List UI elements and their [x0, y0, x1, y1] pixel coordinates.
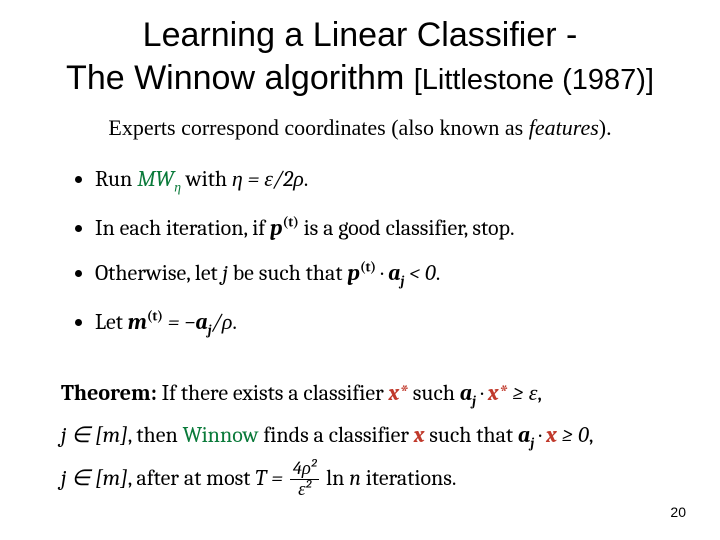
step2-p: p — [270, 215, 283, 241]
step3-a: Otherwise, let — [95, 260, 223, 286]
subtitle-ital: features — [529, 115, 599, 140]
theorem-xstar2: x* — [488, 380, 507, 406]
title-line1: Learning a Linear Classifier - — [143, 16, 578, 54]
step3-dot: · — [376, 260, 388, 286]
theorem-Teq: T = — [255, 465, 287, 491]
step4-rho: /ρ — [212, 309, 233, 335]
theorem-winnow: Winnow — [183, 422, 259, 448]
step1-mw: MWη — [137, 166, 181, 192]
theorem-t1: If there exists a classifier — [157, 380, 389, 406]
page-number: 20 — [670, 504, 686, 520]
theorem-dot2: · — [534, 422, 546, 448]
theorem-t2: such — [408, 380, 460, 406]
step-1: Run MWη with η = ε/2ρ. — [95, 165, 695, 198]
theorem-ln: ln — [321, 465, 349, 491]
theorem-ge0: ≥ 0 — [557, 422, 589, 448]
step4-m: m — [128, 309, 147, 335]
subtitle: Experts correspond coordinates (also kno… — [25, 115, 695, 141]
step4-sup: (t) — [147, 310, 163, 325]
step1-eta-sub: η — [174, 180, 181, 195]
theorem-c1: , — [537, 380, 542, 406]
title-line2-main: The Winnow algorithm — [66, 59, 404, 97]
step4-end: . — [232, 309, 237, 335]
theorem-label: Theorem: — [61, 380, 157, 406]
step-3: Otherwise, let j be such that p(t) · aj … — [95, 259, 695, 292]
theorem-xstar: x* — [389, 380, 408, 406]
step3-lt: < 0 — [404, 260, 435, 286]
subtitle-post: ). — [599, 115, 612, 140]
theorem-ge-eps: ≥ ε — [507, 380, 537, 406]
theorem-block: Theorem: If there exists a classifier x*… — [25, 373, 695, 500]
step2-b: is a good classifier, stop. — [299, 215, 515, 241]
theorem-x: x — [414, 422, 425, 448]
step4-a-vec: a — [195, 309, 207, 335]
step-4: Let m(t) = −aj/ρ. — [95, 308, 695, 341]
theorem-t3: finds a classifier — [259, 422, 414, 448]
step1-with: with — [181, 166, 232, 192]
step3-end: . — [436, 260, 441, 286]
step3-p: p — [347, 260, 360, 286]
theorem-aj-a2: a — [518, 422, 530, 448]
step2-a: In each iteration, if — [95, 215, 270, 241]
theorem-iter: iterations. — [361, 465, 457, 491]
step2-sup: (t) — [283, 215, 299, 230]
step3-b: be such that — [228, 260, 347, 286]
theorem-t4: such that — [424, 422, 517, 448]
theorem-dot1: · — [476, 380, 488, 406]
theorem-x2: x — [546, 422, 557, 448]
step-2: In each iteration, if p(t) is a good cla… — [95, 214, 695, 244]
frac-den: ε² — [290, 480, 320, 500]
theorem-fraction: 4ρ²ε² — [290, 459, 320, 499]
step1-run: Run — [95, 166, 137, 192]
step1-mw-text: MW — [137, 166, 174, 192]
theorem-then: , then — [128, 422, 183, 448]
theorem-jin1: j ∈ [m] — [61, 422, 128, 448]
algorithm-steps: Run MWη with η = ε/2ρ. In each iteration… — [95, 165, 695, 341]
theorem-jin2: j ∈ [m] — [61, 465, 128, 491]
step3-sup: (t) — [360, 261, 376, 276]
subtitle-pre: Experts correspond coordinates (also kno… — [108, 115, 528, 140]
theorem-after: after at most — [136, 465, 255, 491]
step3-a-vec: a — [388, 260, 400, 286]
step4-a: Let — [95, 309, 128, 335]
step1-dot: . — [304, 166, 309, 192]
step4-eq: = − — [163, 309, 195, 335]
theorem-n: n — [349, 465, 361, 491]
frac-num: 4ρ² — [290, 459, 320, 480]
theorem-aj-a1: a — [460, 380, 472, 406]
slide-title: Learning a Linear Classifier - The Winno… — [25, 14, 695, 99]
theorem-c2: , — [589, 422, 594, 448]
title-citation: [Littlestone (1987)] — [414, 64, 654, 96]
step1-eq: η = ε/2ρ — [232, 166, 304, 192]
